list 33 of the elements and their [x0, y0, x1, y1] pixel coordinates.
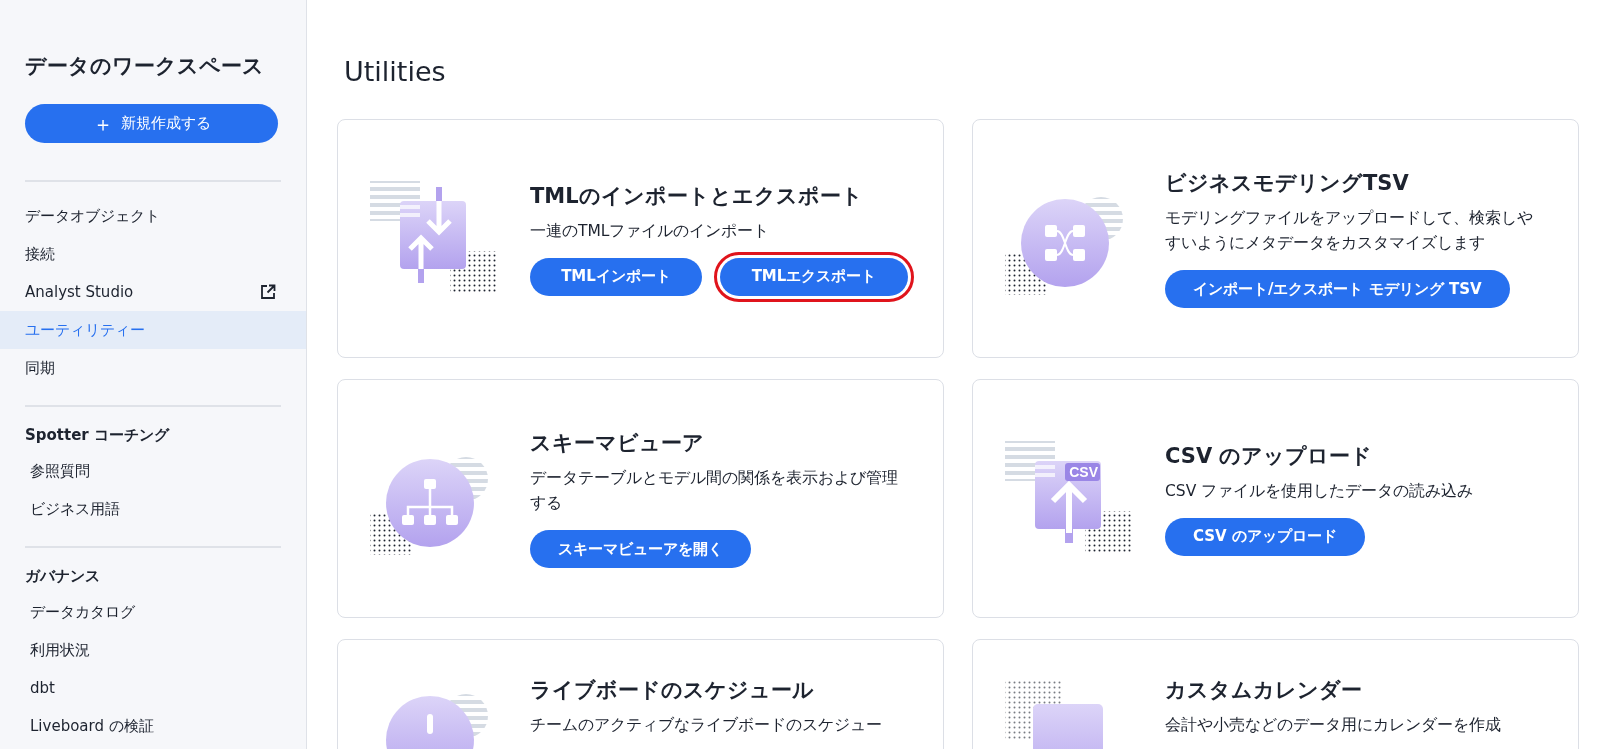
nav-item[interactable]: Liveboard の検証: [0, 707, 306, 745]
nav-item[interactable]: データオブジェクト: [0, 197, 306, 235]
csv-upload-drawing: CSV: [1003, 438, 1133, 559]
nav-item[interactable]: ビジネス用語: [0, 490, 306, 528]
action-button[interactable]: インポート/エクスポート モデリング TSV: [1165, 270, 1510, 308]
action-button[interactable]: TMLインポート: [530, 257, 702, 296]
workspace-title: データのワークスペース: [25, 53, 265, 80]
card-title: CSV のアップロード: [1165, 442, 1373, 470]
card-title: TMLのインポートとエクスポート: [530, 182, 863, 210]
nav-item[interactable]: ユーティリティー: [0, 311, 306, 349]
section-heading: Spotter コーチング: [25, 425, 171, 446]
card-description: チームのアクティブなライブボードのスケジュー: [530, 715, 882, 736]
card-description: 一連のTMLファイルのインポート: [530, 220, 770, 242]
action-button[interactable]: CSV のアップロード: [1165, 517, 1365, 556]
card-title: ビジネスモデリングTSV: [1165, 170, 1409, 197]
nav-item[interactable]: データカタログ: [0, 593, 306, 631]
card-description: データテーブルとモデル間の関係を表示および管理する: [530, 468, 899, 514]
card-description: CSV ファイルを使用したデータの読み込み: [1165, 480, 1474, 502]
page-title: Utilities: [344, 56, 447, 87]
card-title: カスタムカレンダー: [1165, 677, 1362, 704]
nav-item[interactable]: 同期: [0, 349, 306, 387]
card-title: ライブボードのスケジュール: [530, 677, 814, 704]
nav-item[interactable]: 利用状況: [0, 631, 306, 669]
section-heading: ガバナンス: [25, 566, 101, 587]
nav-item[interactable]: Analyst Studio: [0, 273, 306, 311]
nav-item[interactable]: dbt: [0, 669, 306, 707]
nav-item[interactable]: 接続: [0, 235, 306, 273]
card-description: 会計や小売などのデータ用にカレンダーを作成: [1165, 715, 1501, 736]
nav-item[interactable]: 参照質問: [0, 452, 306, 490]
card-title: スキーマビューア: [530, 430, 704, 457]
card-description: モデリングファイルをアップロードして、検索しやすいようにメタデータをカスタマイズします: [1165, 208, 1534, 254]
create-new-button[interactable]: ＋ 新規作成する: [25, 104, 278, 143]
action-button[interactable]: スキーマビューアを開く: [530, 530, 751, 568]
